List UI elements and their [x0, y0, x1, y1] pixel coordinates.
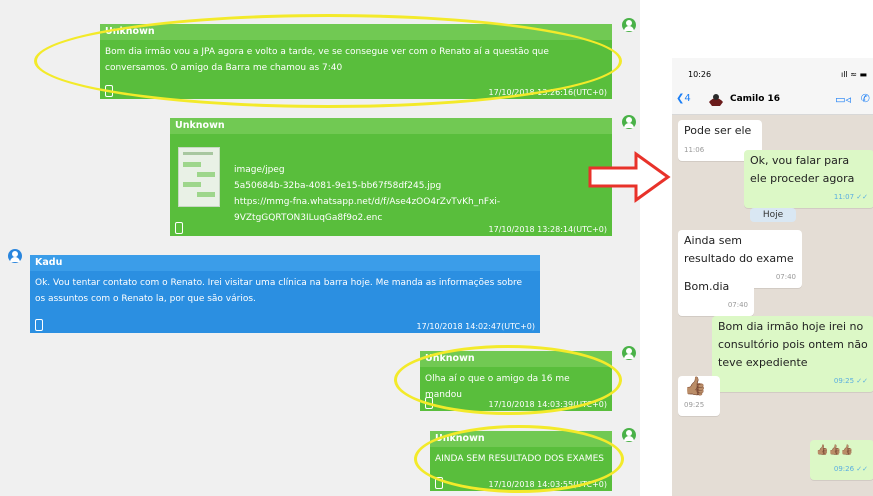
- image-thumbnail[interactable]: [178, 147, 220, 207]
- status-bar: 10:26 ıll ≈ ▬: [672, 58, 873, 86]
- user-avatar-icon: [622, 18, 636, 32]
- chat-header: ❮4 Camilo 16 ▭◃ ✆: [672, 86, 873, 115]
- back-button[interactable]: ❮4: [676, 93, 691, 104]
- message-4: Unknown Olha aí o que o amigo da 16 me m…: [420, 351, 612, 411]
- contact-name[interactable]: Camilo 16: [730, 94, 780, 104]
- message-text: Bom dia irmão vou a JPA agora e volto a …: [105, 47, 549, 73]
- phone-icon: [35, 319, 43, 331]
- phone-icon: [105, 85, 113, 97]
- arrow-icon: [588, 151, 671, 203]
- attachment-filename: 5a50684b-32ba-4081-9e15-bb67f58df245.jpg: [234, 181, 442, 191]
- chat-report-panel: Unknown Bom dia irmão vou a JPA agora e …: [0, 0, 640, 496]
- phone-icon: [435, 477, 443, 489]
- phone-screenshot: 10:26 ıll ≈ ▬ ❮4 Camilo 16 ▭◃ ✆ Pode ser…: [672, 58, 873, 496]
- incoming-bubble: Bom.dia 07:40: [678, 276, 754, 316]
- message-2: Unknown image/jpeg 5a50684b-32ba-4081-9e…: [170, 118, 612, 236]
- user-avatar-icon: [622, 115, 636, 129]
- message-sender: Unknown: [100, 24, 612, 40]
- user-avatar-icon: [8, 249, 22, 263]
- message-sender: Unknown: [420, 351, 612, 367]
- message-sender: Kadu: [30, 255, 540, 271]
- phone-call-icon[interactable]: ✆: [861, 92, 870, 105]
- message-timestamp: 17/10/2018 14:02:47(UTC+0): [416, 322, 535, 331]
- message-sender: Unknown: [430, 431, 612, 447]
- user-avatar-icon: [622, 346, 636, 360]
- signal-icon: ıll ≈ ▬: [840, 70, 867, 79]
- outgoing-bubble: Ok, vou falar para ele proceder agora 11…: [744, 150, 873, 208]
- attachment-mime: image/jpeg: [234, 165, 285, 175]
- video-call-icon[interactable]: ▭◃: [835, 93, 851, 106]
- message-5: Unknown AINDA SEM RESULTADO DOS EXAMES 1…: [430, 431, 612, 491]
- message-timestamp: 17/10/2018 14:03:55(UTC+0): [488, 480, 607, 489]
- message-text: AINDA SEM RESULTADO DOS EXAMES: [435, 454, 604, 464]
- phone-icon: [175, 222, 183, 234]
- outgoing-emoji-bubble: 👍🏽👍🏽👍🏽 09:26 ✓✓: [810, 440, 873, 480]
- message-timestamp: 17/10/2018 13:26:16(UTC+0): [488, 88, 607, 97]
- incoming-emoji-bubble: 👍🏽 09:25: [678, 376, 720, 416]
- day-separator: Hoje: [750, 208, 796, 222]
- phone-icon: [425, 397, 433, 409]
- message-3: Kadu Ok. Vou tentar contato com o Renato…: [30, 255, 540, 333]
- outgoing-bubble: Bom dia irmão hoje irei no consultório p…: [712, 316, 873, 392]
- message-text: Ok. Vou tentar contato com o Renato. Ire…: [35, 278, 523, 304]
- user-avatar-icon: [622, 428, 636, 442]
- status-time: 10:26: [688, 70, 712, 79]
- message-timestamp: 17/10/2018 13:28:14(UTC+0): [488, 225, 607, 234]
- contact-avatar[interactable]: [707, 90, 725, 108]
- message-timestamp: 17/10/2018 14:03:39(UTC+0): [488, 400, 607, 409]
- message-1: Unknown Bom dia irmão vou a JPA agora e …: [100, 24, 612, 99]
- message-sender: Unknown: [170, 118, 612, 134]
